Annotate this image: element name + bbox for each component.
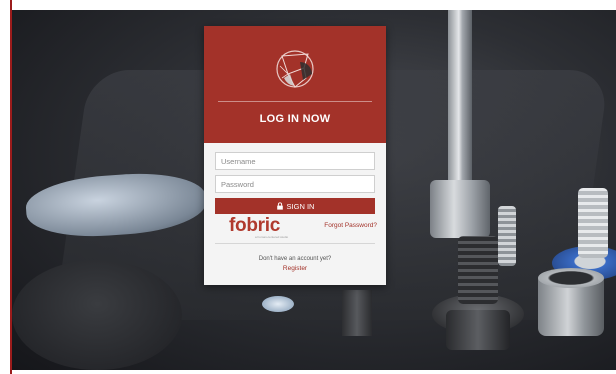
body-divider: [215, 243, 375, 244]
username-input[interactable]: [215, 152, 375, 170]
small-washer-shape: [262, 296, 294, 312]
register-link[interactable]: Register: [204, 265, 386, 272]
no-account-text: Don't have an account yet?: [258, 256, 332, 262]
brand-tagline: a human-centered studio: [255, 235, 289, 239]
top-strip: [0, 0, 616, 10]
login-form: SIGN IN fobric a human-centered studio F…: [204, 143, 386, 285]
login-header: LOG IN NOW: [204, 26, 386, 143]
drain-plug-screw-shape: [458, 236, 498, 304]
login-title: LOG IN NOW: [259, 113, 331, 125]
grey-rod-shape: [342, 290, 372, 336]
silver-screw-shape: [578, 188, 608, 258]
login-card: LOG IN NOW SIGN IN fobric a human-center…: [204, 26, 386, 285]
sign-in-button[interactable]: SIGN IN: [215, 198, 375, 214]
threaded-rod-shape: [448, 10, 472, 200]
sleeve-top-shape: [538, 268, 604, 288]
engine-disc-shape: [12, 260, 182, 370]
fobric-brand: fobric a human-centered studio: [229, 214, 289, 242]
nut-base-shape: [446, 310, 510, 350]
rod-head-shape: [430, 180, 490, 238]
sign-in-label: SIGN IN: [286, 201, 315, 211]
abstract-sphere-logo-icon: [276, 50, 314, 88]
header-divider: [218, 101, 372, 102]
password-input[interactable]: [215, 175, 375, 193]
lock-icon: [276, 202, 283, 210]
small-screw-shape: [498, 206, 516, 266]
forgot-password-link[interactable]: Forgot Password?: [324, 222, 377, 229]
bottom-strip: [12, 370, 616, 374]
